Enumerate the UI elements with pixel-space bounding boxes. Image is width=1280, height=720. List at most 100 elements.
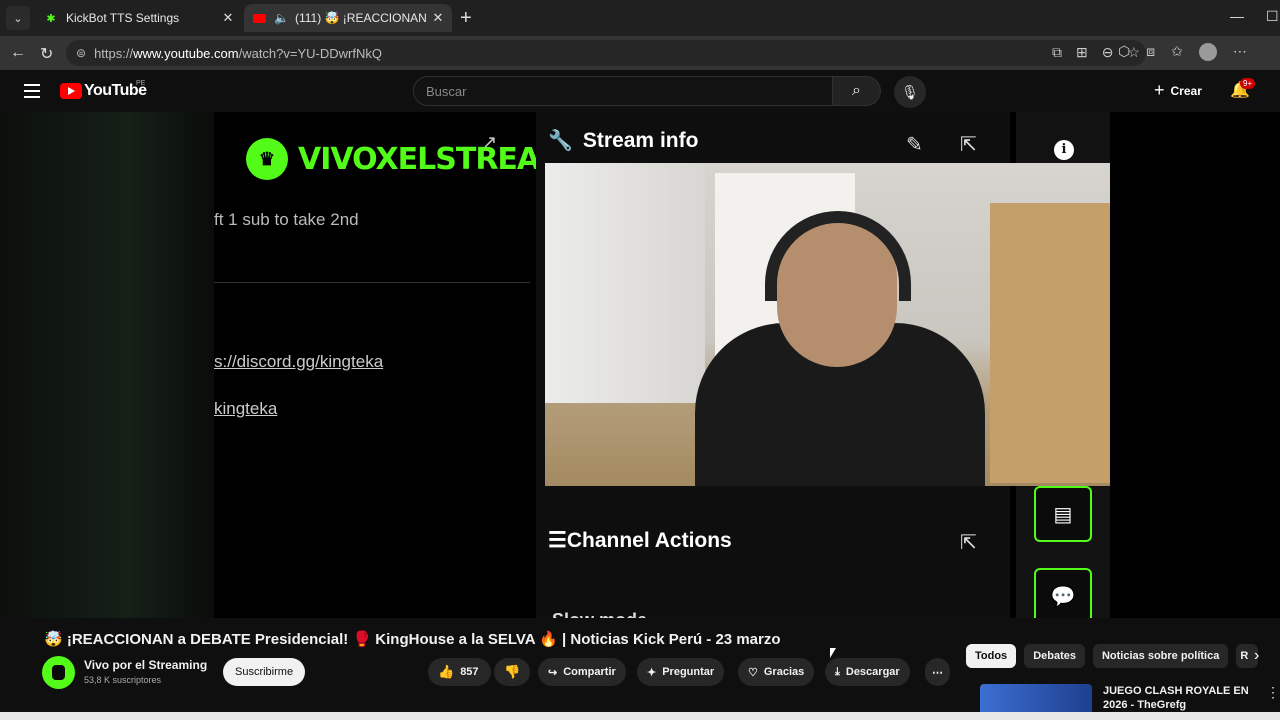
discord-link: s://discord.gg/kingteka (214, 352, 384, 371)
new-tab-button[interactable]: + (460, 8, 472, 28)
dislike-button[interactable]: 👎 (494, 658, 531, 686)
favorites-icon[interactable]: ✩ (1171, 43, 1183, 61)
ask-label: Preguntar (662, 666, 715, 678)
download-icon: ⤓ (835, 665, 840, 678)
stream-info-title: Stream info (582, 128, 699, 152)
plus-icon: + (1154, 80, 1165, 100)
tab-title: (111) 🤯 ¡REACCIONAN a DEB (294, 11, 430, 25)
stream-overlay-left: ♛ VIVOXELSTREAMING ↗ ft 1 sub to take 2n… (214, 112, 627, 618)
popout-icon: ⇱ (960, 532, 977, 554)
channel-actions-title: Channel Actions (566, 528, 732, 552)
share-label: Compartir (563, 666, 616, 678)
speaker-icon[interactable]: 🔈 (274, 11, 289, 25)
notes-icon: ▤ (1034, 486, 1092, 542)
recommended-title[interactable]: JUEGO CLASH ROYALE EN 2026 - TheGrefg (1103, 684, 1253, 712)
apps-icon[interactable]: ⊞ (1076, 44, 1088, 61)
back-icon[interactable]: ← (10, 44, 26, 62)
url-field[interactable]: ⊜ https://www.youtube.com/watch?v=YU-DDw… (66, 40, 1146, 66)
more-menu-icon[interactable]: ⋯ (1233, 43, 1247, 61)
youtube-icon (252, 11, 266, 25)
profile-avatar[interactable] (1198, 43, 1217, 61)
search-input[interactable]: Buscar (413, 76, 833, 106)
menu-icon[interactable] (24, 84, 40, 102)
thumbs-up-icon: 👍 (438, 664, 455, 679)
search-icon: ⌕ (852, 82, 861, 99)
tab-kickbot[interactable]: ✱ KickBot TTS Settings ✕ (36, 4, 242, 32)
slow-mode-label: Slow mode (552, 610, 647, 618)
chip-all[interactable]: Todos (966, 644, 1017, 668)
sparkle-icon: ✦ (647, 666, 657, 679)
channel-actions-header: ☰ Channel Actions (548, 528, 732, 553)
minimize-icon[interactable]: — (1230, 8, 1244, 24)
more-icon: ⋯ (932, 666, 943, 679)
tab-bar: ⌄ ✱ KickBot TTS Settings ✕ 🔈 (111) 🤯 ¡RE… (0, 0, 1280, 36)
create-label: Crear (1170, 83, 1202, 98)
microphone-icon: 🎙 (901, 83, 919, 100)
kebab-menu-icon[interactable]: ⋮ (1266, 684, 1280, 701)
search-button[interactable]: ⌕ (833, 76, 881, 106)
chat-bubble-icon: 💬 (1034, 568, 1092, 618)
maximize-icon[interactable]: ☐ (1266, 8, 1279, 25)
stream-info-header: 🔧 Stream info (548, 128, 698, 153)
kick-logo: ♛ (246, 138, 288, 180)
ask-button[interactable]: ✦ Preguntar (637, 658, 725, 686)
youtube-masthead: YouTube PE Buscar ⌕ 🎙 + Crear 🔔 9+ (0, 70, 1280, 112)
url-prefix: https:// (94, 45, 134, 61)
related-chips: Todos Debates Noticias sobre política R (966, 644, 1259, 668)
subscribe-button[interactable]: Suscribirme (223, 658, 306, 686)
pencil-icon: ✎ (906, 134, 923, 156)
country-code: PE (136, 80, 146, 87)
handle-link: kingteka (214, 399, 278, 418)
thanks-button[interactable]: ♡ Gracias (738, 658, 815, 686)
popout-icon: ⇱ (960, 134, 977, 156)
chip-politics-news[interactable]: Noticias sobre política (1092, 644, 1229, 668)
shelf (990, 203, 1110, 483)
site-info-icon[interactable]: ⊜ (76, 46, 86, 60)
tab-actions-menu[interactable]: ⌄ (6, 6, 30, 30)
notification-badge: 9+ (1240, 78, 1256, 89)
like-button[interactable]: 👍 857 (428, 658, 491, 686)
wrench-icon: 🔧 (548, 130, 573, 152)
popout-icon: ↗ (482, 132, 498, 152)
share-button[interactable]: ↪ Compartir (538, 658, 626, 686)
tab-title: KickBot TTS Settings (66, 11, 180, 25)
video-title: 🤯 ¡REACCIONAN a DEBATE Presidencial! 🥊 K… (44, 631, 781, 648)
video-player[interactable]: ♛ VIVOXELSTREAMING ↗ ft 1 sub to take 2n… (0, 112, 1280, 618)
channel-avatar[interactable] (42, 656, 75, 689)
chip-debates[interactable]: Debates (1024, 644, 1085, 668)
kick-leaf-icon: ✱ (46, 12, 56, 25)
webcam-feed (545, 163, 1110, 486)
youtube-logo[interactable]: YouTube PE (60, 80, 147, 100)
share-icon: ↪ (548, 666, 558, 679)
voice-search-button[interactable]: 🎙 (894, 76, 926, 108)
thanks-icon: ♡ (748, 666, 758, 679)
subscriber-count: 53,8 K suscriptores (84, 675, 162, 685)
download-label: Descargar (845, 666, 900, 678)
split-screen-icon[interactable]: ⧈ (1146, 43, 1155, 61)
youtube-play-icon (60, 83, 82, 99)
more-actions-button[interactable]: ⋯ (925, 658, 950, 686)
chevron-right-icon[interactable]: › (1254, 647, 1259, 665)
divider (214, 282, 530, 283)
zoom-icon[interactable]: ⊖ (1102, 44, 1114, 61)
video-meta: 🤯 ¡REACCIONAN a DEBATE Presidencial! 🥊 K… (0, 618, 1280, 720)
tab-youtube[interactable]: 🔈 (111) 🤯 ¡REACCIONAN a DEB ✕ (244, 4, 452, 32)
wall (545, 163, 705, 403)
chevron-down-icon: ⌄ (13, 12, 23, 25)
refresh-icon[interactable]: ↻ (40, 44, 53, 64)
close-tab-icon[interactable]: ✕ (220, 10, 236, 26)
like-count: 857 (460, 666, 479, 678)
channel-name[interactable]: Vivo por el Streaming (84, 658, 207, 672)
translate-icon[interactable]: ⧉ (1052, 44, 1062, 61)
extension-icons: ⬡ ⧈ ✩ ⋯ (1118, 43, 1247, 61)
create-button[interactable]: + Crear (1154, 80, 1202, 101)
download-button[interactable]: ⤓ Descargar (825, 658, 910, 686)
mouse-cursor (830, 648, 836, 658)
taskbar-strip (0, 712, 1280, 720)
close-tab-icon[interactable]: ✕ (430, 10, 446, 26)
url-path: /watch?v=YU-DDwrfNkQ (238, 45, 382, 61)
goal-text: ft 1 sub to take 2nd (214, 210, 359, 229)
actions-icon: ☰ (548, 529, 567, 552)
extensions-icon[interactable]: ⬡ (1118, 43, 1130, 61)
thanks-label: Gracias (763, 666, 805, 678)
